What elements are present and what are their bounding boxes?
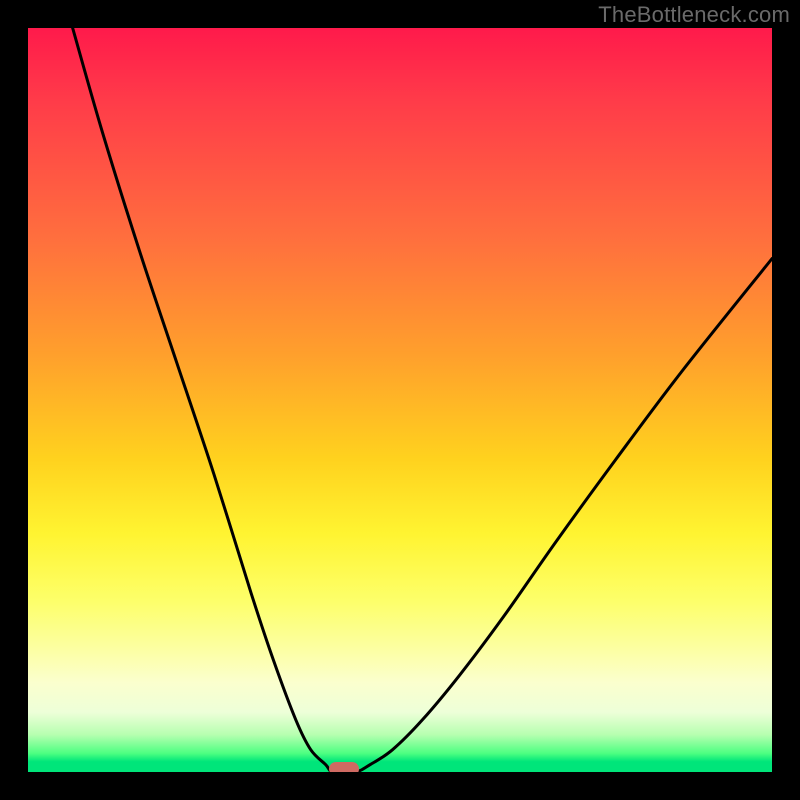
watermark-label: TheBottleneck.com (598, 2, 790, 28)
minimum-marker (329, 762, 359, 772)
chart-frame: TheBottleneck.com (0, 0, 800, 800)
bottleneck-curve (28, 28, 772, 772)
plot-area (28, 28, 772, 772)
